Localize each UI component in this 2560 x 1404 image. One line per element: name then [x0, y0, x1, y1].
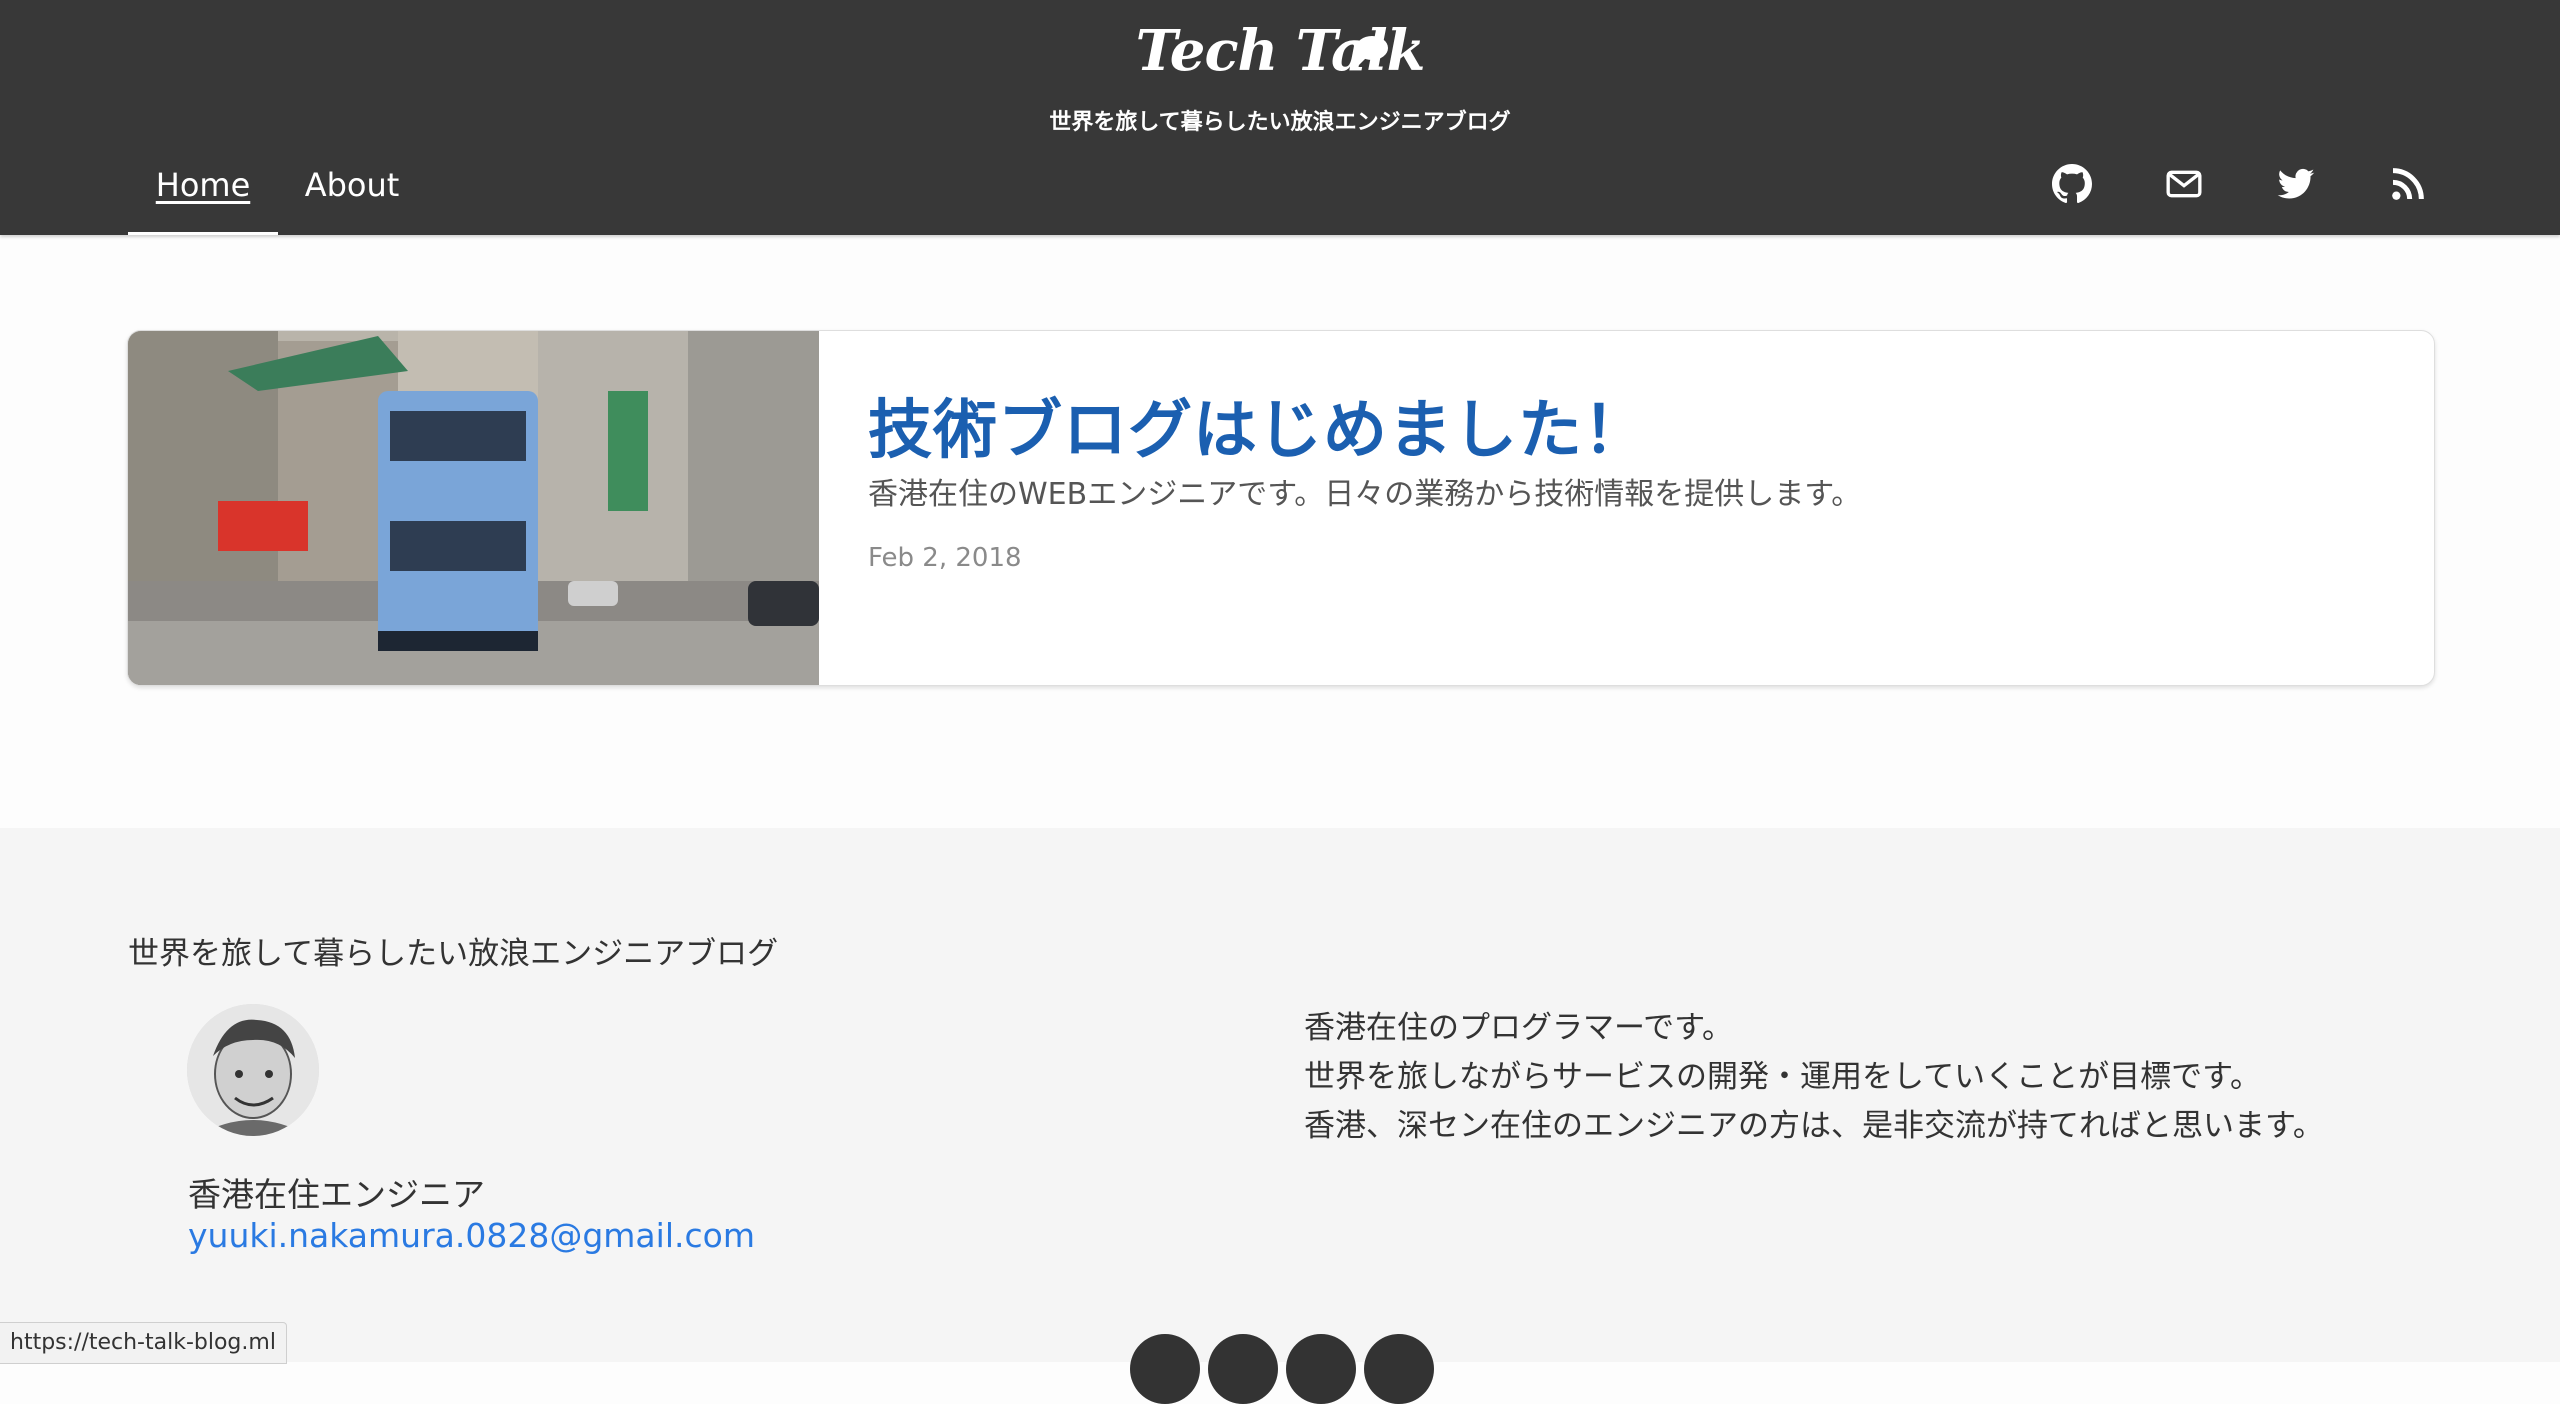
author-bio: 香港在住のプログラマーです。 世界を旅しながらサービスの開発・運用をしていくこと… — [1304, 1004, 2324, 1151]
footer-twitter-icon[interactable] — [1286, 1334, 1356, 1404]
speech-bubble-icon — [1356, 36, 1388, 66]
post-thumbnail-image — [128, 331, 819, 685]
site-tagline: 世界を旅して暮らしたい放浪エンジニアブログ — [1049, 110, 1511, 135]
post-excerpt: 香港在住のWEBエンジニアです。日々の業務から技術情報を提供します。 — [868, 477, 1862, 512]
author-name: 香港在住エンジニア — [188, 1175, 485, 1214]
github-icon[interactable] — [2052, 164, 2092, 204]
author-avatar — [187, 1004, 319, 1136]
post-card[interactable]: 技術ブログはじめました！ 香港在住のWEBエンジニアです。日々の業務から技術情報… — [127, 330, 2435, 686]
post-title[interactable]: 技術ブログはじめました！ — [868, 379, 1648, 471]
rss-icon[interactable] — [2388, 164, 2428, 204]
footer-mail-icon[interactable] — [1208, 1334, 1278, 1404]
bio-line: 香港在住のプログラマーです。 — [1304, 1010, 1734, 1046]
browser-status-bar: https://tech-talk-blog.ml — [0, 1322, 287, 1364]
site-header: Tech Talk 世界を旅して暮らしたい放浪エンジニアブログ Home Abo… — [0, 0, 2560, 235]
nav-about-link[interactable]: About — [292, 140, 412, 235]
site-logo[interactable]: Tech Talk — [0, 18, 2560, 84]
post-date: Feb 2, 2018 — [868, 543, 1022, 573]
footer-title: 世界を旅して暮らしたい放浪エンジニアブログ — [128, 936, 779, 972]
twitter-icon[interactable] — [2276, 164, 2316, 204]
bio-line: 世界を旅しながらサービスの開発・運用をしていくことが目標です。 — [1304, 1059, 2261, 1095]
bio-line: 香港、深セン在住のエンジニアの方は、是非交流が持てればと思います。 — [1304, 1108, 2324, 1144]
mail-icon[interactable] — [2164, 164, 2204, 204]
nav-home-link[interactable]: Home — [128, 140, 278, 235]
footer-github-icon[interactable] — [1130, 1334, 1200, 1404]
footer-rss-icon[interactable] — [1364, 1334, 1434, 1404]
site-footer: 世界を旅して暮らしたい放浪エンジニアブログ 香港在住エンジニア yuuki.na… — [0, 828, 2560, 1362]
author-email-link[interactable]: yuuki.nakamura.0828@gmail.com — [188, 1216, 755, 1255]
